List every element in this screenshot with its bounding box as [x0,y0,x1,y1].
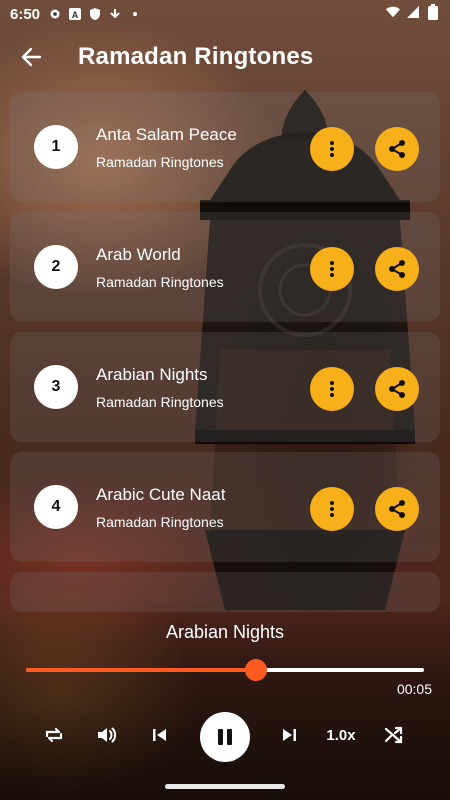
share-icon [389,500,405,518]
share-button[interactable] [375,487,419,531]
more-options-button[interactable] [310,247,354,291]
wifi-icon [386,5,400,19]
player-controls: 1.0x [0,712,450,762]
ringtone-title: Arabian Nights [96,365,208,384]
now-playing-title: Arabian Nights [165,622,285,642]
seek-bar-thumb[interactable] [244,659,267,681]
pause-button[interactable] [200,712,250,762]
signal-icon [406,5,420,19]
status-bar: 6:50 A [0,0,450,28]
svg-text:A: A [72,10,79,20]
track-number: 4 [34,485,78,529]
page-title: Ramadan Ringtones [78,43,314,70]
gear-icon [48,7,62,21]
gesture-nav-handle[interactable] [165,784,285,789]
ringtone-title: Anta Salam Peace [96,125,237,144]
speed-button[interactable]: 1.0x [318,712,364,758]
previous-icon[interactable] [137,712,183,758]
elapsed-time: 00:05 [396,681,432,697]
ringtone-subtitle: Ramadan Ringtones [96,394,224,410]
ringtone-subtitle: Ramadan Ringtones [96,274,224,290]
dot-icon [128,7,142,21]
ringtone-title: Arabic Cute Naat [96,485,226,504]
ringtone-item-2[interactable]: 2 Arab World Ramadan Ringtones [10,212,440,322]
volume-icon[interactable] [84,712,130,758]
ringtone-item-partial[interactable] [10,572,440,612]
more-vert-icon [330,501,334,517]
more-options-button[interactable] [310,127,354,171]
share-icon [389,140,405,158]
ringtone-title: Arab World [96,245,181,264]
ringtone-list: 1 Anta Salam Peace Ramadan Ringtones 2 A… [10,92,440,622]
share-button[interactable] [375,247,419,291]
more-vert-icon [330,381,334,397]
share-button[interactable] [375,367,419,411]
more-options-button[interactable] [310,487,354,531]
arrow-left-icon[interactable] [16,42,46,72]
seek-bar[interactable] [26,659,424,681]
share-icon [389,260,405,278]
ringtone-item-1[interactable]: 1 Anta Salam Peace Ramadan Ringtones [10,92,440,202]
pause-icon [218,729,232,745]
seek-bar-progress [26,668,256,672]
track-number: 3 [34,365,78,409]
shuffle-icon[interactable] [371,712,417,758]
ringtone-item-4[interactable]: 4 Arabic Cute Naat Ramadan Ringtones [10,452,440,562]
more-vert-icon [330,261,334,277]
download-icon [108,7,122,21]
ringtone-item-3[interactable]: 3 Arabian Nights Ramadan Ringtones [10,332,440,442]
ringtone-subtitle: Ramadan Ringtones [96,154,224,170]
next-icon[interactable] [266,712,312,758]
repeat-icon[interactable] [31,712,77,758]
app-bar: Ramadan Ringtones [0,28,450,86]
shield-icon [88,7,102,21]
a-badge-icon: A [68,7,82,21]
track-number: 2 [34,245,78,289]
track-number: 1 [34,125,78,169]
status-time: 6:50 [10,5,41,23]
battery-icon [426,4,440,20]
share-icon [389,380,405,398]
more-options-button[interactable] [310,367,354,411]
ringtone-subtitle: Ramadan Ringtones [96,514,224,530]
more-vert-icon [330,141,334,157]
share-button[interactable] [375,127,419,171]
